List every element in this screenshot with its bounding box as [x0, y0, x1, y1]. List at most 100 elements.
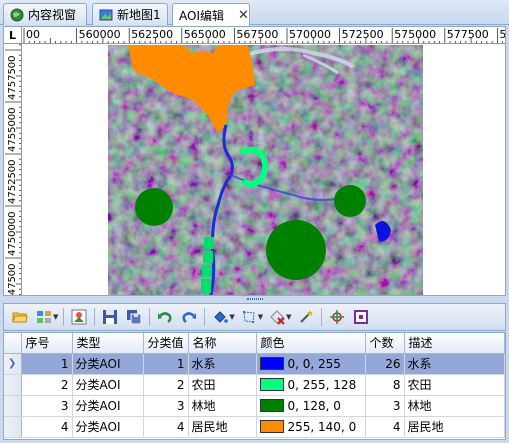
chevron-right-icon: ❯ — [8, 358, 17, 369]
table-row[interactable]: ❯ 1 分类AOI 1 水系 0, 0, 255 26 水系 — [4, 353, 505, 375]
color-swatch[interactable] — [259, 399, 284, 412]
cell-name[interactable]: 居民地 — [188, 416, 257, 438]
undo-button[interactable] — [155, 307, 175, 327]
open-folder-button[interactable] — [10, 307, 30, 327]
save-button[interactable] — [100, 307, 120, 327]
column-header-description[interactable]: 描述 — [404, 333, 505, 354]
ruler-label: 560000 — [79, 28, 121, 41]
cell-color[interactable]: 0, 128, 0 — [256, 395, 366, 417]
chevron-down-icon[interactable]: ▼ — [229, 313, 234, 321]
cell-type[interactable]: 分类AOI — [72, 395, 144, 417]
aoi-farmland-strip[interactable] — [202, 265, 212, 277]
map-icon — [99, 9, 113, 20]
ruler-label: 572500 — [342, 28, 384, 41]
polygon-select-icon — [242, 311, 255, 323]
layers-icon — [37, 311, 51, 323]
aoi-forest-circle[interactable] — [334, 185, 366, 217]
column-header-name[interactable]: 名称 — [188, 333, 257, 354]
row-indicator-header — [4, 333, 22, 354]
cell-type[interactable]: 分类AOI — [72, 374, 144, 396]
cell-color[interactable]: 255, 140, 0 — [256, 416, 366, 438]
tab-content-view[interactable]: 内容视窗 — [3, 3, 87, 25]
table-row[interactable]: 3 分类AOI 3 林地 0, 128, 0 3 林地 — [4, 395, 505, 417]
aoi-farmland-strip[interactable] — [203, 251, 213, 263]
cell-value[interactable]: 1 — [143, 353, 189, 375]
satellite-image-with-aoi[interactable] — [23, 45, 505, 295]
cell-name[interactable]: 林地 — [188, 395, 257, 417]
cell-value[interactable]: 3 — [143, 395, 189, 417]
color-value: 0, 0, 255 — [287, 356, 341, 371]
chevron-down-icon[interactable]: ▼ — [258, 313, 263, 321]
cell-color[interactable]: 0, 255, 128 — [256, 374, 366, 396]
aoi-farmland-strip[interactable] — [204, 237, 214, 249]
undo-icon — [158, 312, 172, 324]
color-swatch[interactable] — [259, 357, 284, 370]
column-header-type[interactable]: 类型 — [72, 333, 144, 354]
cell-id[interactable]: 3 — [21, 395, 73, 417]
save-as-icon — [127, 310, 142, 325]
ruler-label: 570000 — [289, 28, 331, 41]
cell-description[interactable]: 水系 — [404, 353, 505, 375]
frame-button[interactable] — [351, 307, 371, 327]
close-icon[interactable]: ✕ — [238, 8, 249, 23]
row-indicator[interactable] — [4, 416, 22, 438]
color-swatch[interactable] — [259, 378, 284, 391]
cell-id[interactable]: 4 — [21, 416, 73, 438]
horizontal-ruler-ticks: 00 560000 562500 565000 567500 570000 572500 57… — [23, 28, 505, 43]
ruler-label: 577500 — [447, 28, 489, 41]
color-swatch[interactable] — [259, 420, 284, 433]
layers-button[interactable] — [34, 307, 54, 327]
column-header-count[interactable]: 个数 — [365, 333, 405, 354]
cell-color[interactable]: 0, 0, 255 — [256, 353, 366, 375]
aoi-forest-circle[interactable] — [135, 188, 173, 226]
cell-count[interactable]: 4 — [365, 416, 405, 438]
cell-count[interactable]: 3 — [365, 395, 405, 417]
cell-description[interactable]: 居民地 — [404, 416, 505, 438]
cell-type[interactable]: 分类AOI — [72, 353, 144, 375]
color-value: 0, 255, 128 — [287, 377, 357, 392]
clear-shape-button[interactable] — [267, 307, 287, 327]
table-row[interactable]: 4 分类AOI 4 居民地 255, 140, 0 4 居民地 — [4, 416, 505, 438]
ruler-unit-corner[interactable]: L — [4, 27, 22, 44]
cell-value[interactable]: 4 — [143, 416, 189, 438]
cell-id[interactable]: 1 — [21, 353, 73, 375]
column-header-color[interactable]: 颜色 — [256, 333, 366, 354]
column-header-id[interactable]: 序号 — [21, 333, 73, 354]
map-canvas[interactable] — [23, 45, 505, 295]
chevron-down-icon[interactable]: ▼ — [53, 313, 58, 321]
polygon-select-button[interactable] — [239, 307, 259, 327]
table-row[interactable]: 2 分类AOI 2 农田 0, 255, 128 8 农田 — [4, 374, 505, 396]
cell-id[interactable]: 2 — [21, 374, 73, 396]
cell-count[interactable]: 26 — [365, 353, 405, 375]
aoi-toolbar: ▼ ▼ ▼ ▼ — [3, 303, 506, 331]
frame-icon — [353, 310, 368, 324]
cell-count[interactable]: 8 — [365, 374, 405, 396]
cell-name[interactable]: 水系 — [188, 353, 257, 375]
cell-description[interactable]: 农田 — [404, 374, 505, 396]
row-indicator[interactable]: ❯ — [4, 353, 22, 375]
tab-label: 内容视窗 — [28, 8, 77, 22]
chevron-down-icon[interactable]: ▼ — [286, 313, 291, 321]
aoi-forest-circle[interactable] — [266, 220, 326, 280]
vertical-ruler-ticks: 4757500 4755000 4752500 4750000 4747500 — [5, 44, 21, 295]
redo-button[interactable] — [179, 307, 199, 327]
ruler-label: 4752500 — [7, 159, 18, 204]
save-icon — [103, 310, 118, 324]
column-header-value[interactable]: 分类值 — [143, 333, 189, 354]
aoi-farmland-strip[interactable] — [201, 279, 211, 293]
cell-type[interactable]: 分类AOI — [72, 416, 144, 438]
cell-name[interactable]: 农田 — [188, 374, 257, 396]
magic-wand-button[interactable] — [296, 307, 316, 327]
row-indicator[interactable] — [4, 374, 22, 396]
cell-description[interactable]: 林地 — [404, 395, 505, 417]
cell-value[interactable]: 2 — [143, 374, 189, 396]
fill-color-button[interactable] — [210, 307, 230, 327]
image-button[interactable] — [69, 307, 89, 327]
tab-aoi-edit[interactable]: AOI编辑 ✕ — [172, 3, 250, 26]
panel-splitter[interactable] — [3, 296, 506, 302]
save-as-button[interactable] — [124, 307, 144, 327]
crosshair-button[interactable] — [327, 307, 347, 327]
crosshair-icon — [329, 310, 344, 324]
row-indicator[interactable] — [4, 395, 22, 417]
tab-new-map[interactable]: 新地图1 — [92, 3, 168, 25]
